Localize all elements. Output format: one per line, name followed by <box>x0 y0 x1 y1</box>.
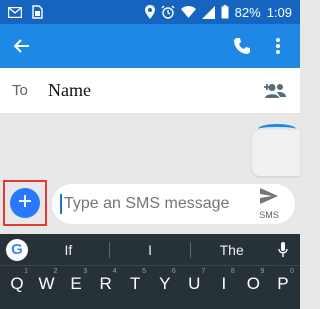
alarm-icon <box>161 5 175 19</box>
key-p[interactable]: P0 <box>270 268 296 294</box>
plus-icon <box>18 194 32 213</box>
add-contact-icon[interactable] <box>262 78 288 104</box>
keyboard: G If I The Q1 W2 E3 R4 T5 Y6 U7 I8 O9 P0 <box>0 234 300 309</box>
attach-highlight <box>3 180 47 226</box>
key-t[interactable]: T5 <box>122 268 148 294</box>
signal-icon <box>201 5 215 19</box>
microphone-icon[interactable] <box>272 241 294 258</box>
key-y[interactable]: Y6 <box>152 268 178 294</box>
status-bar: 82% 1:09 <box>0 0 300 24</box>
sim-icon <box>32 5 43 19</box>
key-e[interactable]: E3 <box>63 268 89 294</box>
key-u[interactable]: U7 <box>181 268 207 294</box>
back-arrow-icon[interactable] <box>10 34 34 58</box>
key-o[interactable]: O9 <box>240 268 266 294</box>
key-q[interactable]: Q1 <box>4 268 30 294</box>
location-icon <box>144 5 155 19</box>
google-icon[interactable]: G <box>6 238 28 261</box>
compose-bar: Type an SMS message SMS <box>52 184 295 224</box>
suggestion-strip: G If I The <box>0 234 300 266</box>
message-placeholder: Type an SMS message <box>64 195 230 212</box>
recipient-row: To Name <box>0 68 300 114</box>
message-input[interactable]: Type an SMS message <box>60 194 251 214</box>
suggestion-1[interactable]: If <box>28 242 109 258</box>
battery-percentage: 82% <box>234 4 261 20</box>
recipient-input[interactable]: Name <box>48 80 262 101</box>
key-i[interactable]: I8 <box>211 268 237 294</box>
send-button[interactable]: SMS <box>251 188 287 220</box>
key-w[interactable]: W2 <box>34 268 60 294</box>
wifi-icon <box>180 6 196 18</box>
to-label: To <box>12 82 28 99</box>
attach-button[interactable] <box>10 188 40 218</box>
clock: 1:09 <box>266 4 292 20</box>
more-vert-icon[interactable] <box>266 34 290 58</box>
send-icon <box>260 188 278 209</box>
key-row-1: Q1 W2 E3 R4 T5 Y6 U7 I8 O9 P0 <box>0 266 300 294</box>
gmail-icon <box>8 6 22 18</box>
suggestion-2[interactable]: I <box>110 242 191 258</box>
send-label: SMS <box>259 210 279 220</box>
suggestion-3[interactable]: The <box>191 242 272 258</box>
key-r[interactable]: R4 <box>93 268 119 294</box>
suggestion-card[interactable] <box>252 124 300 176</box>
text-caret <box>60 194 62 214</box>
phone-icon[interactable] <box>230 34 254 58</box>
app-bar <box>0 24 300 68</box>
battery-icon <box>221 5 229 19</box>
